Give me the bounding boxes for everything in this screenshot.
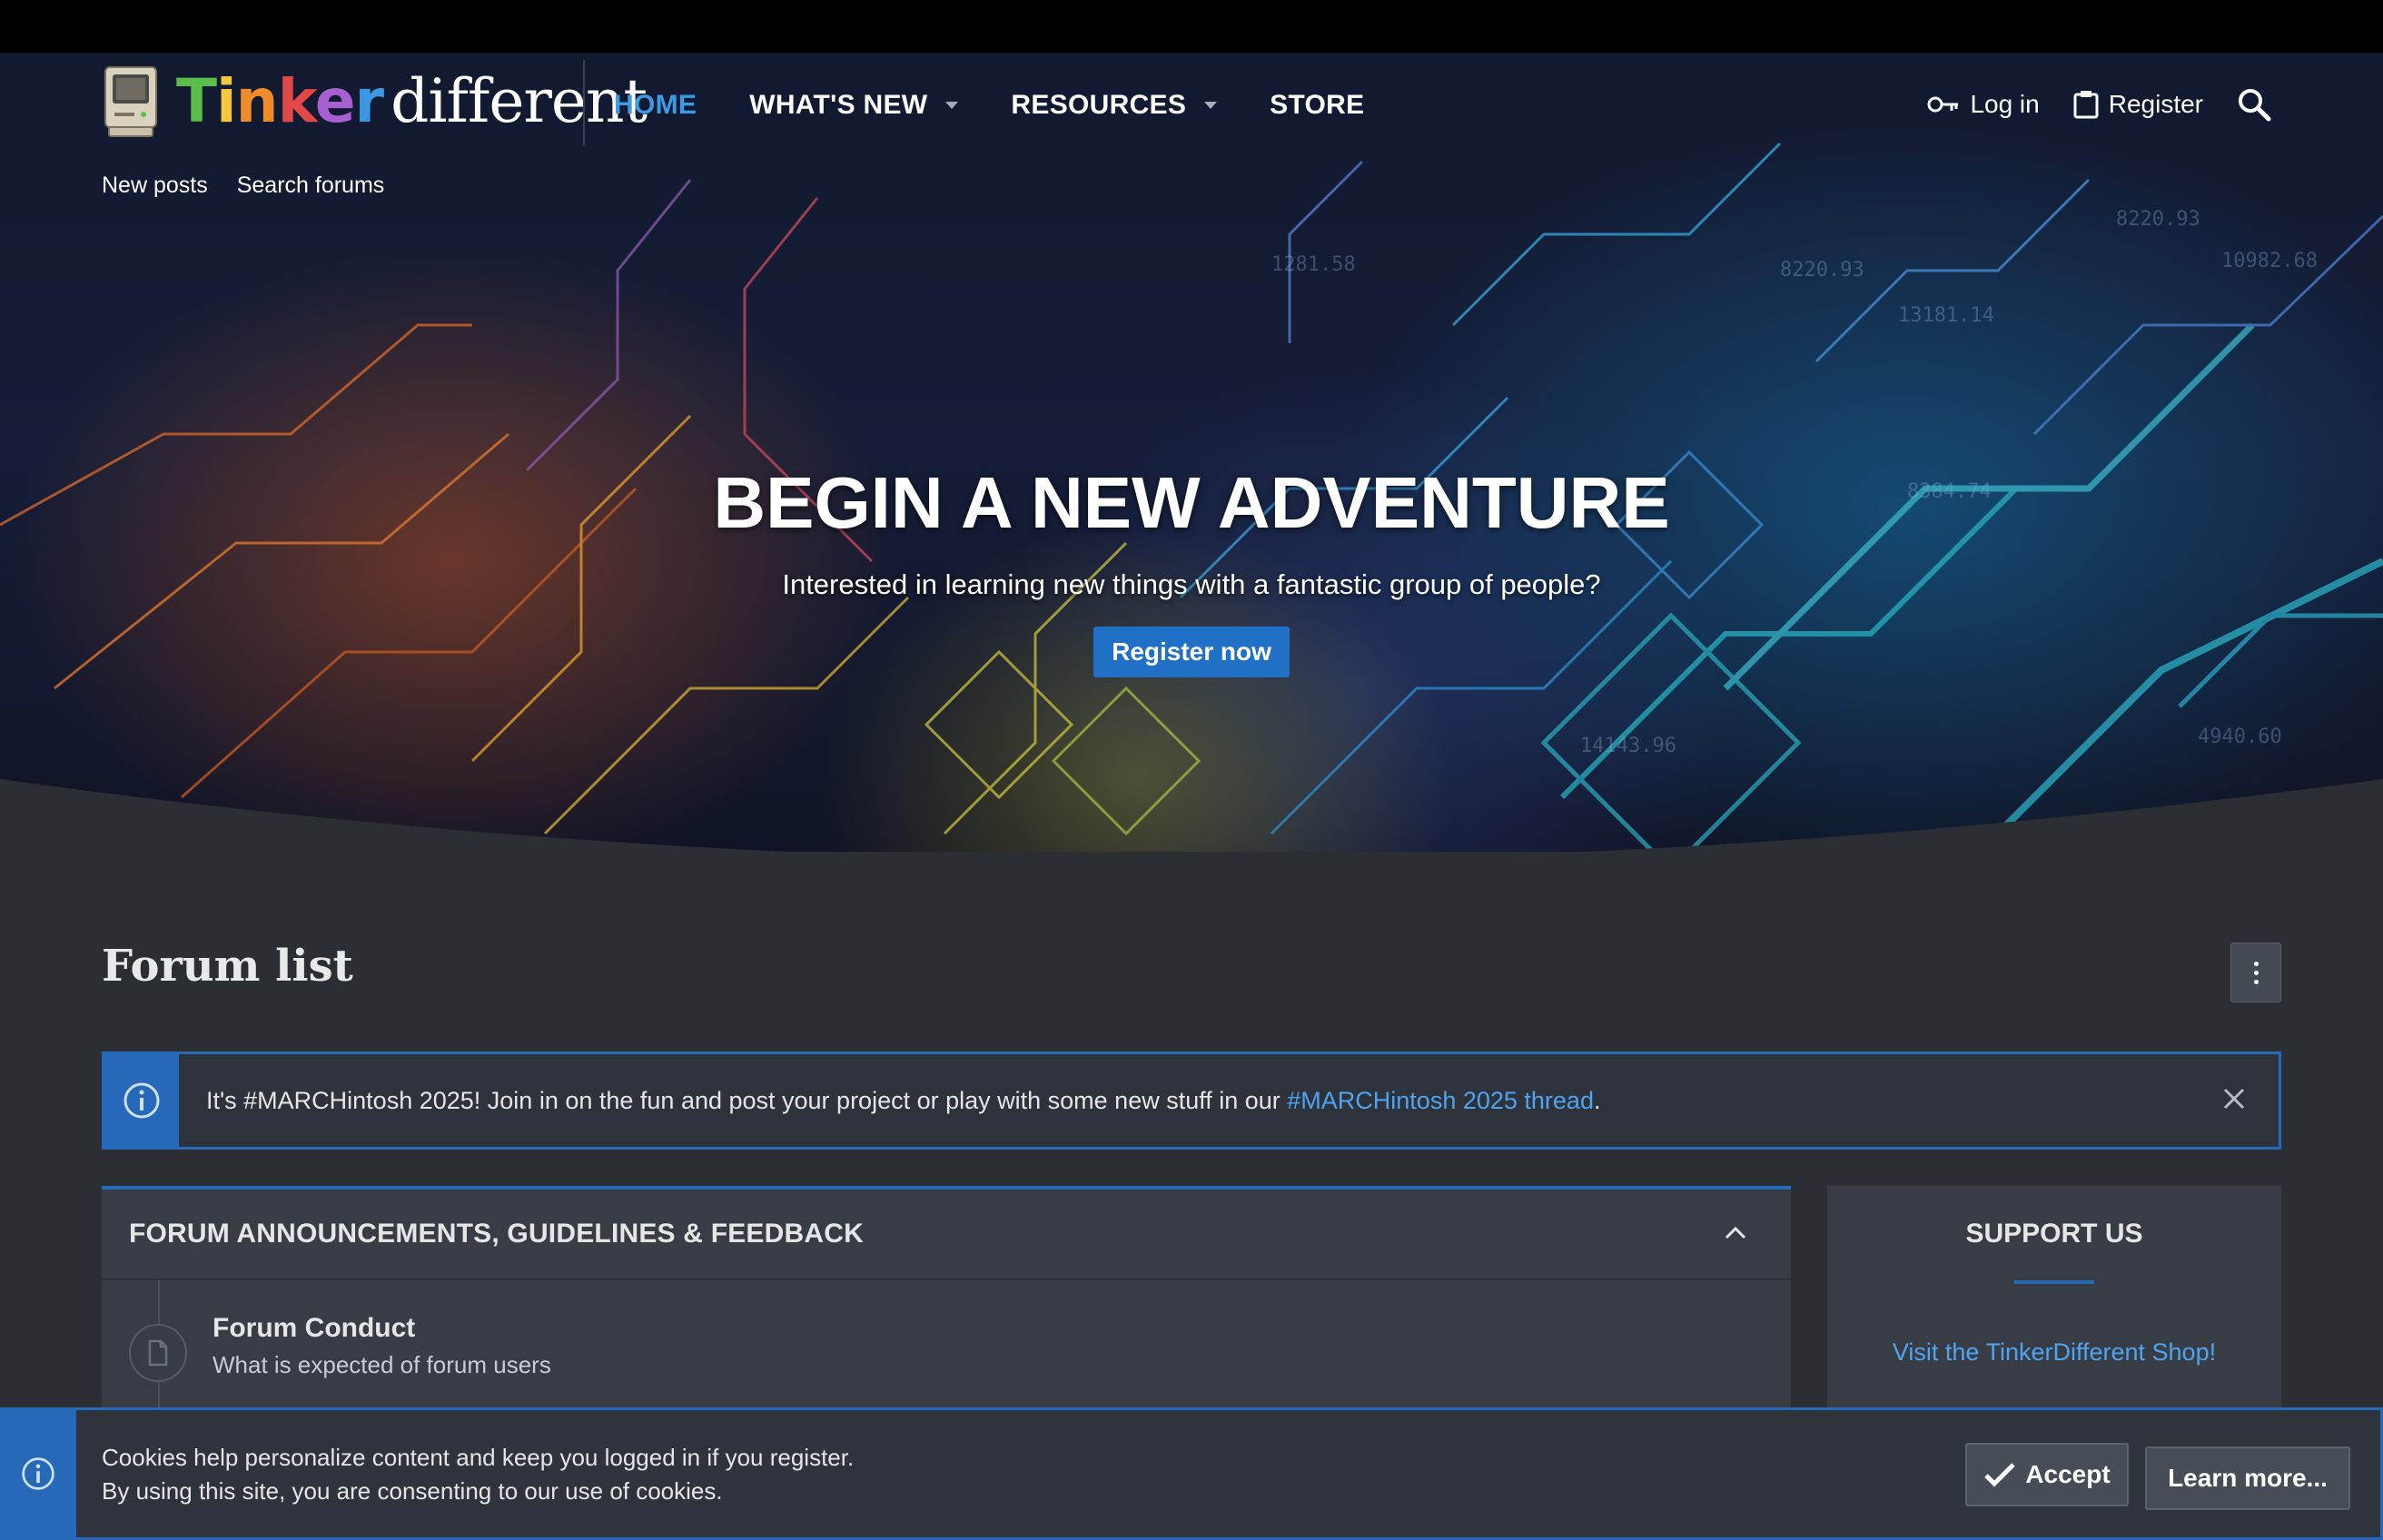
shop-link[interactable]: Visit the TinkerDifferent Shop! — [1827, 1338, 2281, 1367]
kebab-dot-icon — [2253, 979, 2259, 984]
close-icon — [2223, 1088, 2245, 1110]
main-nav: HOME WHAT'S NEW RESOURCES STORE — [614, 87, 1417, 123]
info-icon — [0, 1410, 76, 1537]
login-label: Log in — [1970, 90, 2040, 118]
logo-letter: T — [176, 66, 217, 136]
logo-letter: n — [235, 66, 279, 136]
logo-letter: k — [277, 66, 316, 136]
nav-item-label: HOME — [614, 90, 697, 120]
collapse-toggle[interactable] — [1724, 1226, 1747, 1244]
accept-cookies-button[interactable]: Accept — [1965, 1443, 2129, 1506]
logo-letter: r — [354, 66, 385, 136]
announcement-notice: It's #MARCHintosh 2025! Join in on the f… — [102, 1051, 2281, 1150]
marchintosh-thread-link[interactable]: #MARCHintosh 2025 thread — [1287, 1087, 1594, 1114]
nav-item-resources[interactable]: RESOURCES — [1011, 90, 1218, 121]
register-label: Register — [2108, 90, 2203, 118]
kebab-dot-icon — [2253, 970, 2259, 975]
logo-different-text: different — [391, 66, 648, 136]
user-nav: Log in Register — [1894, 84, 2281, 125]
chevron-down-icon[interactable] — [1204, 102, 1218, 109]
logo-wordmark: Tinker different — [176, 72, 648, 132]
mac-computer-icon — [102, 64, 160, 140]
browser-top-bar — [0, 0, 2383, 53]
cookie-text: Cookies help personalize content and kee… — [102, 1441, 854, 1508]
login-link[interactable]: Log in — [1926, 90, 2040, 119]
clipboard-icon — [2073, 91, 2099, 119]
close-notice-button[interactable] — [2222, 1087, 2246, 1114]
hero-title: BEGIN A NEW ADVENTURE — [713, 462, 1670, 543]
header-divider — [583, 60, 585, 145]
new-posts-link[interactable]: New posts — [102, 173, 208, 199]
site-logo[interactable]: Tinker different — [102, 60, 648, 143]
hero-content: BEGIN A NEW ADVENTURE Interested in lear… — [0, 461, 2383, 677]
key-icon — [1927, 96, 1959, 113]
logo-tinker-text: Tinker — [176, 66, 385, 136]
register-link[interactable]: Register — [2072, 90, 2203, 119]
nav-item-label: RESOURCES — [1011, 90, 1187, 120]
search-forums-link[interactable]: Search forums — [237, 173, 385, 199]
learn-more-button[interactable]: Learn more... — [2145, 1446, 2350, 1510]
nav-item-whats-new[interactable]: WHAT'S NEW — [749, 90, 959, 121]
notice-text-after: . — [1593, 1086, 1601, 1114]
learn-more-label: Learn more... — [2168, 1464, 2328, 1492]
forum-node[interactable]: Forum Conduct What is expected of forum … — [102, 1280, 1791, 1407]
forum-title-link[interactable]: Forum Conduct — [213, 1313, 415, 1344]
forum-description: What is expected of forum users — [213, 1351, 551, 1378]
nav-item-store[interactable]: STORE — [1270, 90, 1364, 121]
register-now-button[interactable]: Register now — [1093, 627, 1290, 677]
page-title: Forum list — [102, 941, 353, 992]
widget-title: SUPPORT US — [1965, 1219, 2143, 1249]
notice-text-before: It's #MARCHintosh 2025! Join in on the f… — [206, 1086, 1288, 1114]
category-header[interactable]: FORUM ANNOUNCEMENTS, GUIDELINES & FEEDBA… — [102, 1190, 1791, 1280]
checkmark-icon — [1984, 1463, 2016, 1487]
chevron-up-icon — [1725, 1226, 1746, 1239]
nav-item-home[interactable]: HOME — [614, 90, 697, 121]
search-button[interactable] — [2236, 86, 2281, 123]
cookie-text-line: By using this site, you are consenting t… — [102, 1477, 723, 1505]
hero-subtitle: Interested in learning new things with a… — [782, 568, 1601, 600]
more-options-button[interactable] — [2230, 943, 2281, 1002]
sub-nav: New posts Search forums — [102, 173, 413, 199]
logo-letter: i — [216, 66, 237, 136]
cookie-text-line: Cookies help personalize content and kee… — [102, 1444, 855, 1471]
search-icon — [2239, 89, 2271, 122]
notice-text: It's #MARCHintosh 2025! Join in on the f… — [206, 1087, 1600, 1115]
cookie-notice: Cookies help personalize content and kee… — [0, 1407, 2383, 1540]
nav-item-label: STORE — [1270, 90, 1365, 120]
logo-letter: e — [314, 66, 356, 136]
kebab-dot-icon — [2253, 961, 2259, 966]
chevron-down-icon[interactable] — [945, 102, 959, 109]
document-icon — [129, 1324, 187, 1382]
widget-divider — [2014, 1280, 2094, 1284]
accept-label: Accept — [2025, 1460, 2111, 1488]
info-icon — [104, 1054, 179, 1147]
nav-item-label: WHAT'S NEW — [749, 90, 928, 120]
category-title[interactable]: FORUM ANNOUNCEMENTS, GUIDELINES & FEEDBA… — [129, 1219, 864, 1249]
